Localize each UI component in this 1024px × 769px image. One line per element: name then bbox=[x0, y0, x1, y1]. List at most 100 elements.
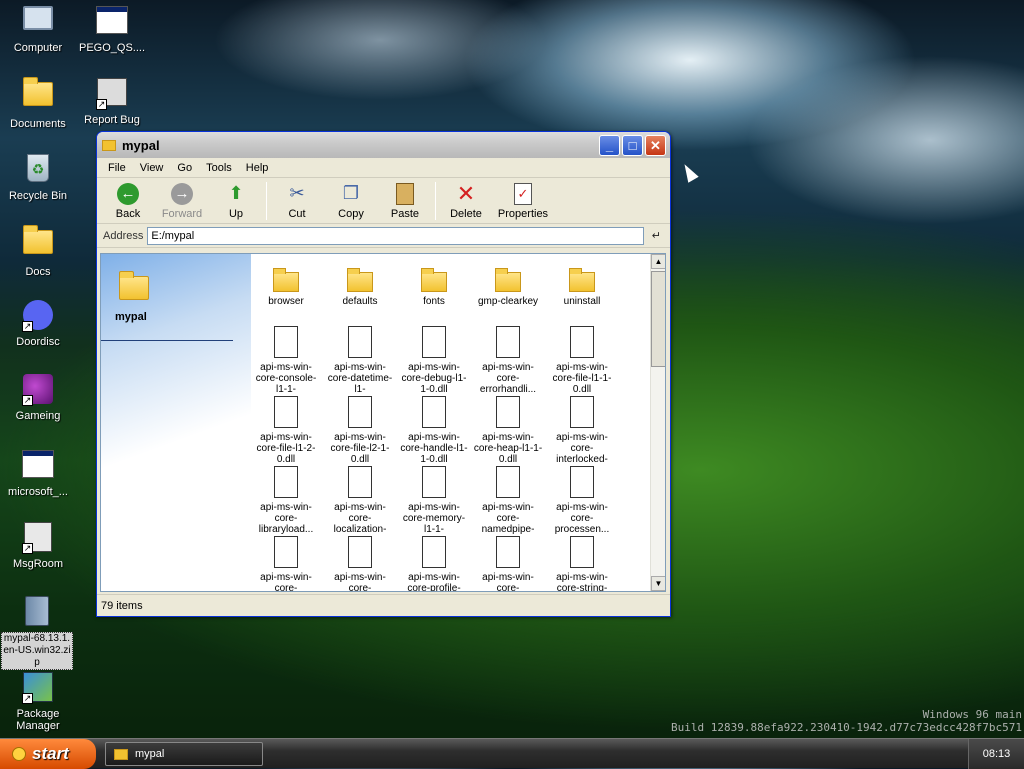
properties-button[interactable]: ✓ Properties bbox=[493, 182, 553, 220]
file-item[interactable]: api-ms-win-core-memory-l1-1- bbox=[399, 466, 469, 535]
desktop-icon-report-bug[interactable]: ↗ Report Bug bbox=[75, 78, 149, 126]
file-item[interactable]: api-ms-win-core-file-l1-2-0.dll bbox=[251, 396, 321, 465]
folder-item[interactable]: browser bbox=[251, 260, 321, 307]
paste-button[interactable]: Paste bbox=[378, 182, 432, 220]
delete-x-icon: ✕ bbox=[456, 180, 476, 206]
start-button[interactable]: start bbox=[0, 739, 96, 769]
file-item[interactable]: api-ms-win-core-interlocked- bbox=[547, 396, 617, 465]
watermark-line-2: Build 12839.88efa922.230410-1942.d77c73e… bbox=[671, 721, 1022, 734]
file-item[interactable]: api-ms-win-core-debug-l1-1-0.dll bbox=[399, 326, 469, 395]
scissors-icon: ✂ bbox=[289, 183, 305, 203]
window-icon bbox=[22, 450, 54, 482]
shortcut-arrow-icon: ↗ bbox=[22, 693, 33, 704]
document-icon bbox=[399, 466, 469, 498]
watermark-line-1: Windows 96 main bbox=[922, 708, 1022, 721]
menu-help[interactable]: Help bbox=[239, 162, 276, 174]
window-icon bbox=[96, 6, 128, 38]
close-button[interactable]: ✕ bbox=[645, 134, 666, 156]
file-grid: browser defaults fonts gmp-clearkey unin… bbox=[251, 254, 653, 591]
document-icon bbox=[251, 536, 321, 568]
folder-item[interactable]: gmp-clearkey bbox=[473, 260, 543, 307]
file-item[interactable]: api-ms-win-core-heap-l1-1-0.dll bbox=[473, 396, 543, 465]
left-panel-title: mypal bbox=[115, 311, 147, 323]
scroll-thumb[interactable] bbox=[651, 271, 665, 367]
address-input[interactable] bbox=[147, 226, 645, 245]
forward-arrow-icon: → bbox=[170, 182, 194, 206]
folder-item[interactable]: uninstall bbox=[547, 260, 617, 307]
back-arrow-icon: ← bbox=[116, 182, 140, 206]
title-bar[interactable]: mypal _ □ ✕ bbox=[97, 132, 670, 158]
document-icon bbox=[547, 536, 617, 568]
menu-go[interactable]: Go bbox=[170, 162, 199, 174]
file-item[interactable]: api-ms-win-core-errorhandli... bbox=[473, 326, 543, 395]
document-icon bbox=[399, 536, 469, 568]
desktop-icon-recycle-bin[interactable]: ♻ Recycle Bin bbox=[1, 152, 75, 202]
go-arrow-icon[interactable]: ↵ bbox=[648, 228, 664, 244]
file-item[interactable]: api-ms-win-core-handle-l1-1-0.dll bbox=[399, 396, 469, 465]
desktop-icon-msgroom[interactable]: ↗ MsgRoom bbox=[1, 522, 75, 570]
maximize-button[interactable]: □ bbox=[622, 134, 643, 156]
address-bar: Address ↵ bbox=[97, 224, 670, 248]
cube-icon: ↗ bbox=[22, 374, 54, 406]
mouse-cursor-icon bbox=[679, 161, 699, 183]
delete-button[interactable]: ✕ Delete bbox=[439, 180, 493, 220]
file-item[interactable]: api-ms-win-core-localization- bbox=[325, 466, 395, 535]
shortcut-arrow-icon: ↗ bbox=[22, 321, 33, 332]
menu-view[interactable]: View bbox=[133, 162, 171, 174]
document-icon bbox=[251, 326, 321, 358]
file-item[interactable]: api-ms-win-core-profile- bbox=[399, 536, 469, 591]
taskbar-item-mypal[interactable]: mypal bbox=[105, 742, 263, 766]
file-item[interactable]: api-ms-win-core- bbox=[325, 536, 395, 591]
file-item[interactable]: api-ms-win-core-file-l2-1-0.dll bbox=[325, 396, 395, 465]
folder-icon bbox=[547, 260, 617, 292]
forward-button[interactable]: → Forward bbox=[155, 182, 209, 220]
document-icon bbox=[473, 396, 543, 428]
menu-tools[interactable]: Tools bbox=[199, 162, 239, 174]
file-item[interactable]: api-ms-win-core- bbox=[473, 536, 543, 591]
document-icon bbox=[325, 536, 395, 568]
file-item[interactable]: api-ms-win-core-libraryload... bbox=[251, 466, 321, 535]
folder-item[interactable]: fonts bbox=[399, 260, 469, 307]
scroll-up-arrow-icon[interactable]: ▲ bbox=[651, 254, 665, 269]
back-button[interactable]: ← Back bbox=[101, 182, 155, 220]
file-item[interactable]: api-ms-win-core-processen... bbox=[547, 466, 617, 535]
document-icon bbox=[251, 396, 321, 428]
document-icon bbox=[399, 326, 469, 358]
menu-file[interactable]: File bbox=[101, 162, 133, 174]
desktop-icon-microsoft[interactable]: microsoft_... bbox=[1, 448, 75, 498]
file-item[interactable]: api-ms-win-core-string- bbox=[547, 536, 617, 591]
clock[interactable]: 08:13 bbox=[983, 748, 1011, 760]
file-item[interactable]: api-ms-win-core-console-l1-1- bbox=[251, 326, 321, 395]
file-item[interactable]: api-ms-win-core-file-l1-1-0.dll bbox=[547, 326, 617, 395]
folder-icon bbox=[251, 260, 321, 292]
minimize-button[interactable]: _ bbox=[599, 134, 620, 156]
properties-icon: ✓ bbox=[511, 182, 535, 206]
recycle-bin-icon: ♻ bbox=[22, 154, 54, 186]
explorer-window[interactable]: mypal _ □ ✕ File View Go Tools Help ← Ba… bbox=[96, 131, 671, 617]
desktop-icon-documents[interactable]: Documents bbox=[1, 77, 75, 130]
folder-icon bbox=[325, 260, 395, 292]
desktop-icon-gameing[interactable]: ↗ Gameing bbox=[1, 374, 75, 422]
document-icon bbox=[325, 326, 395, 358]
taskbar: start mypal 08:13 bbox=[0, 738, 1024, 769]
scroll-down-arrow-icon[interactable]: ▼ bbox=[651, 576, 665, 591]
document-icon bbox=[325, 466, 395, 498]
cut-button[interactable]: ✂ Cut bbox=[270, 182, 324, 220]
desktop-icon-docs[interactable]: Docs bbox=[1, 225, 75, 278]
divider bbox=[101, 340, 233, 341]
vertical-scrollbar[interactable]: ▲ ▼ bbox=[650, 254, 665, 591]
folder-icon bbox=[119, 271, 149, 300]
desktop-icon-mypal-zip[interactable]: mypal-68.13.1.en-US.win32.zip bbox=[1, 596, 73, 670]
folder-item[interactable]: defaults bbox=[325, 260, 395, 307]
copy-button[interactable]: ❐ Copy bbox=[324, 182, 378, 220]
document-icon bbox=[473, 326, 543, 358]
file-item[interactable]: api-ms-win-core-datetime-l1- bbox=[325, 326, 395, 395]
up-button[interactable]: ⬆ Up bbox=[209, 182, 263, 220]
file-item[interactable]: api-ms-win-core- bbox=[251, 536, 321, 591]
desktop-icon-doordisc[interactable]: ↗ Doordisc bbox=[1, 300, 75, 348]
desktop-icon-computer[interactable]: Computer bbox=[1, 4, 75, 54]
desktop-icon-package-manager[interactable]: ↗ Package Manager bbox=[1, 672, 75, 732]
desktop-icon-pego[interactable]: PEGO_QS.... bbox=[75, 4, 149, 54]
file-view[interactable]: mypal browser defaults fonts gmp-clearke… bbox=[100, 253, 666, 592]
file-item[interactable]: api-ms-win-core-namedpipe- bbox=[473, 466, 543, 535]
